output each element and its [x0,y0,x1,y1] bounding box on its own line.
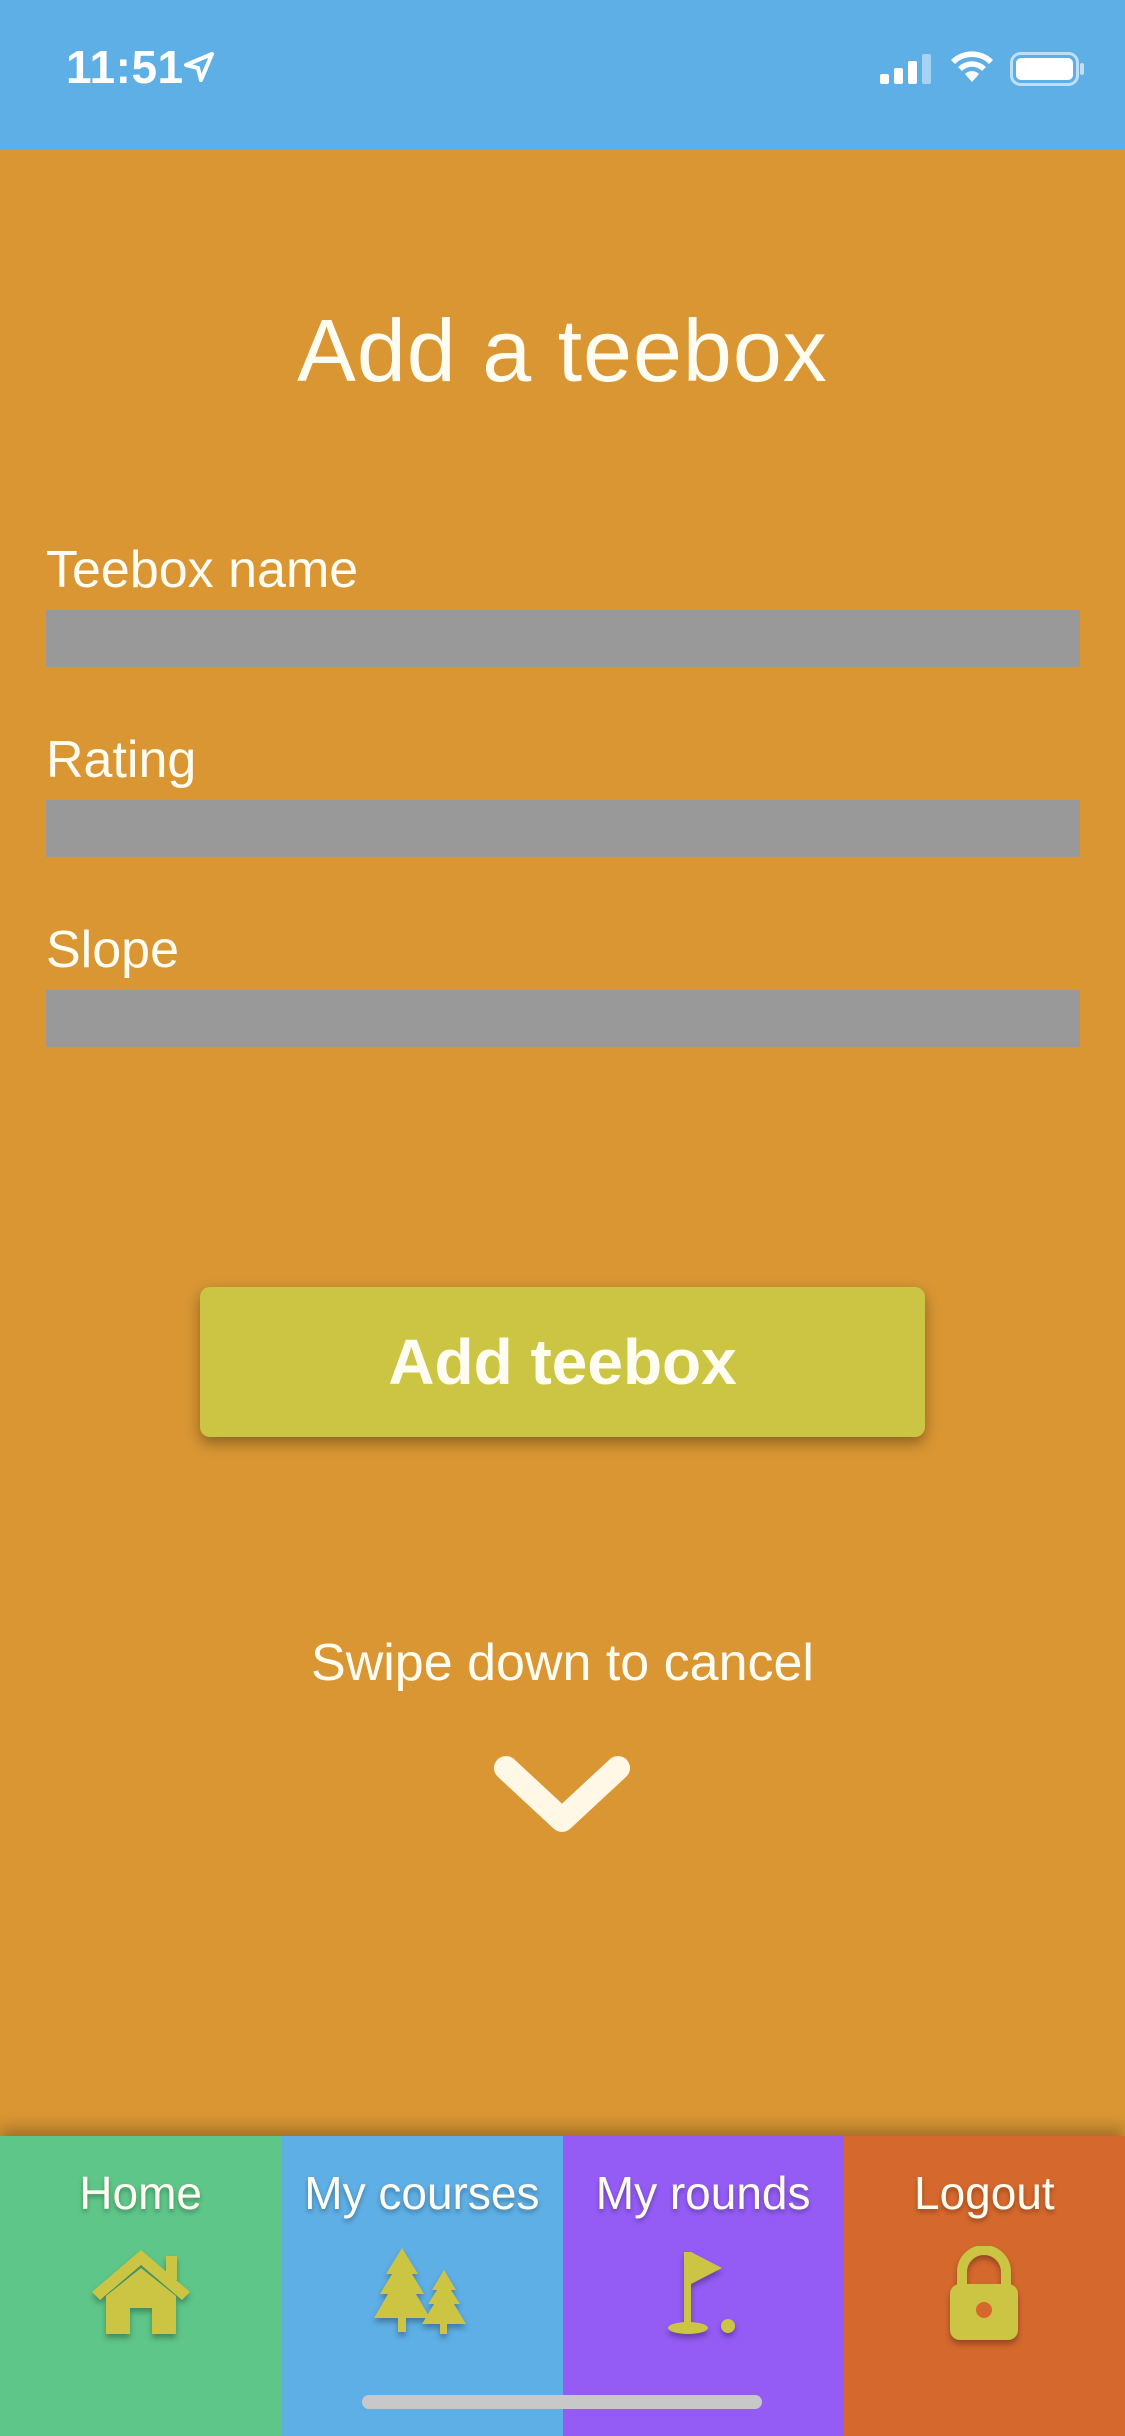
slope-label: Slope [46,921,179,979]
tab-logout[interactable]: Logout [843,2136,1125,2436]
lock-icon [944,2245,1024,2347]
add-teebox-button[interactable]: Add teebox [200,1287,925,1437]
tab-logout-label: Logout [914,2167,1055,2219]
teebox-name-input[interactable] [46,610,1080,667]
home-icon [86,2246,196,2341]
tab-my-courses-label: My courses [304,2167,540,2219]
tab-my-rounds-label: My rounds [595,2167,811,2219]
battery-icon [1010,52,1086,91]
slope-input[interactable] [46,990,1080,1047]
cellular-signal-icon [880,52,934,89]
swipe-cancel-hint: Swipe down to cancel [311,1634,814,1692]
status-time: 11:51 [66,41,184,93]
tab-bar: Home My courses My rounds Logout [0,2136,1125,2436]
page-title: Add a teebox [297,301,828,400]
teebox-name-label: Teebox name [46,541,359,599]
tab-my-courses[interactable]: My courses [281,2136,563,2436]
status-bar: 11:51 [0,0,1125,150]
tab-my-rounds[interactable]: My rounds [562,2136,844,2436]
chevron-down-icon[interactable] [492,1748,632,1843]
location-arrow-icon [182,50,216,89]
wifi-icon [948,48,996,89]
tab-home[interactable]: Home [0,2136,282,2436]
trees-icon [372,2246,472,2341]
rating-label: Rating [46,731,197,789]
tab-home-label: Home [79,2167,202,2219]
golf-flag-icon [658,2246,748,2341]
home-indicator[interactable] [362,2395,762,2409]
rating-input[interactable] [46,800,1080,857]
